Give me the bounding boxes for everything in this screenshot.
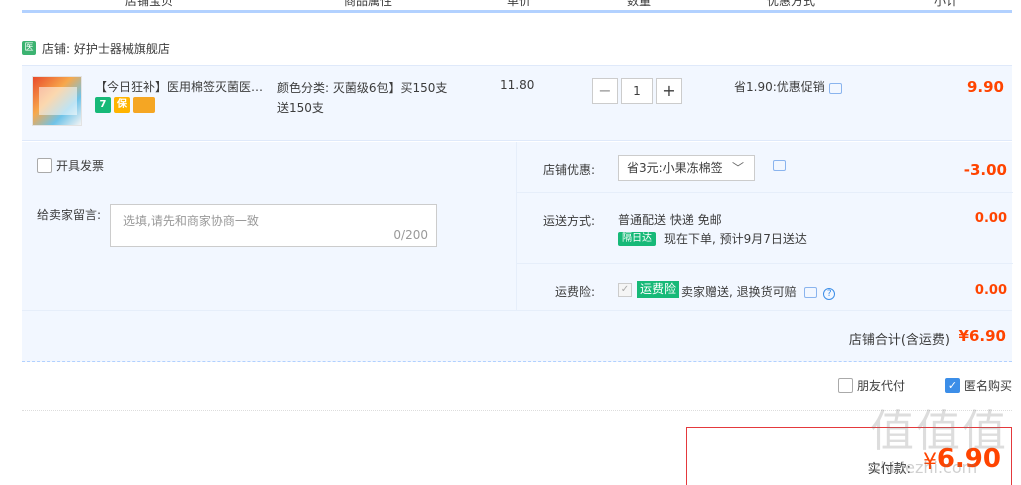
anonymous-option[interactable]: ✓ 匿名购买 — [944, 377, 1012, 394]
shipping-amount: 0.00 — [974, 211, 1007, 226]
help-icon[interactable]: ? — [823, 288, 836, 300]
memo-label: 给卖家留言: — [37, 208, 102, 222]
insurance-checkbox: ✓ — [618, 283, 632, 297]
insurance-tag: 运费险 — [637, 281, 680, 298]
shipping-method: 普通配送 快递 免邮 — [618, 213, 722, 227]
shop-total-value: ¥6.90 — [958, 327, 1006, 345]
friend-pay-label: 朋友代付 — [856, 379, 905, 393]
discount-label: 店铺优惠: — [542, 163, 595, 177]
qty-decrease-button[interactable]: − — [592, 78, 618, 104]
anonymous-checkbox[interactable]: ✓ — [944, 378, 960, 393]
left-options: 开具发票 给卖家留言: 选填,请先和商家协商一致 0/200 — [22, 142, 516, 310]
memo-char-count: 0/200 — [393, 228, 428, 242]
invoice-checkbox[interactable] — [37, 158, 52, 173]
col-discount: 优惠方式 — [767, 0, 816, 8]
product-thumbnail[interactable] — [32, 76, 82, 126]
col-attributes: 商品属性 — [344, 0, 393, 8]
chat-bubble-icon[interactable] — [804, 287, 818, 298]
col-unit-price: 单价 — [507, 0, 532, 8]
shop-medical-icon: 医 — [22, 41, 36, 55]
shop-name[interactable]: 店铺: 好护士器械旗舰店 — [42, 40, 170, 57]
shipping-row: 运送方式: 普通配送 快递 免邮 隔日达 现在下单, 预计9月7日送达 0.00 — [517, 193, 1013, 264]
shop-discount-row: 店铺优惠: 省3元:小果冻棉签 ﹀ -3.00 — [517, 142, 1013, 193]
promo-text: 省1.90:优惠促销 — [734, 80, 825, 94]
insurance-desc: 卖家赠送, 退换货可赔 — [681, 285, 797, 299]
shop-header: 医 店铺: 好护士器械旗舰店 — [22, 40, 170, 56]
divider — [22, 410, 1012, 411]
shipping-label: 运送方式: — [542, 214, 595, 228]
next-day-badge: 隔日达 — [618, 231, 656, 246]
discount-selected: 省3元:小果冻棉签 — [627, 161, 723, 175]
friend-pay-option[interactable]: 朋友代付 — [837, 377, 905, 394]
product-badges: 7 保 — [95, 97, 155, 113]
col-quantity: 数量 — [627, 0, 652, 8]
product-title[interactable]: 【今日狂补】医用棉签灭菌医药... — [95, 78, 273, 95]
col-shop-items: 店铺宝贝 — [125, 0, 174, 8]
product-attribute: 颜色分类: 灭菌级6包】买150支送150支 — [277, 81, 448, 115]
chat-bubble-icon[interactable] — [773, 160, 786, 171]
chat-bubble-icon[interactable] — [828, 83, 842, 94]
insurance-text: 卖家赠送, 退换货可赔 ? — [681, 283, 836, 300]
discount-amount: -3.00 — [963, 161, 1007, 179]
discount-select[interactable]: 省3元:小果冻棉签 ﹀ — [618, 155, 755, 181]
insurance-row: 运费险: ✓ 运费险 卖家赠送, 退换货可赔 ? 0.00 — [517, 264, 1013, 310]
insurance-amount: 0.00 — [974, 283, 1007, 298]
order-detail-panel: 开具发票 给卖家留言: 选填,请先和商家协商一致 0/200 店铺优惠: 省3元… — [22, 142, 1013, 310]
shop-total-row: 店铺合计(含运费) ¥6.90 — [22, 310, 1012, 362]
col-subtotal: 小计 — [934, 0, 959, 8]
guarantee-icon: 保 — [114, 97, 130, 113]
shipping-eta: 隔日达 现在下单, 预计9月7日送达 — [618, 230, 807, 247]
qty-increase-button[interactable]: + — [656, 78, 682, 104]
friend-pay-checkbox[interactable] — [837, 378, 853, 393]
promo-info: 省1.90:优惠促销 — [734, 78, 842, 95]
watermark-url: zhidezhi.com — [872, 458, 978, 477]
qty-input[interactable]: 1 — [621, 78, 653, 104]
eta-text: 现在下单, 预计9月7日送达 — [664, 232, 807, 246]
anonymous-label: 匿名购买 — [963, 379, 1012, 393]
watermark-logo: 值值值 — [870, 406, 1008, 457]
cart-item-row: 【今日狂补】医用棉签灭菌医药... 7 保 颜色分类: 灭菌级6包】买150支送… — [22, 65, 1012, 141]
credit-card-icon — [133, 97, 155, 113]
seven-day-return-icon: 7 — [95, 97, 111, 113]
right-summary: 店铺优惠: 省3元:小果冻棉签 ﹀ -3.00 运送方式: 普通配送 快递 免邮… — [516, 142, 1013, 310]
invoice-label: 开具发票 — [56, 159, 105, 173]
insurance-label: 运费险: — [554, 285, 595, 299]
shop-total-label: 店铺合计(含运费) — [848, 333, 950, 348]
memo-placeholder: 选填,请先和商家协商一致 — [123, 214, 259, 228]
memo-textarea[interactable]: 选填,请先和商家协商一致 0/200 — [110, 204, 437, 247]
item-subtotal: 9.90 — [966, 78, 1004, 96]
quantity-stepper: − 1 + — [592, 78, 682, 104]
column-header-bar: 店铺宝贝 商品属性 单价 数量 优惠方式 小计 — [22, 0, 1012, 13]
chevron-down-icon: ﹀ — [731, 161, 744, 175]
unit-price: 11.80 — [500, 78, 535, 92]
invoice-option[interactable]: 开具发票 — [37, 157, 104, 174]
checkout-options: 朋友代付 ✓ 匿名购买 — [798, 377, 1012, 394]
